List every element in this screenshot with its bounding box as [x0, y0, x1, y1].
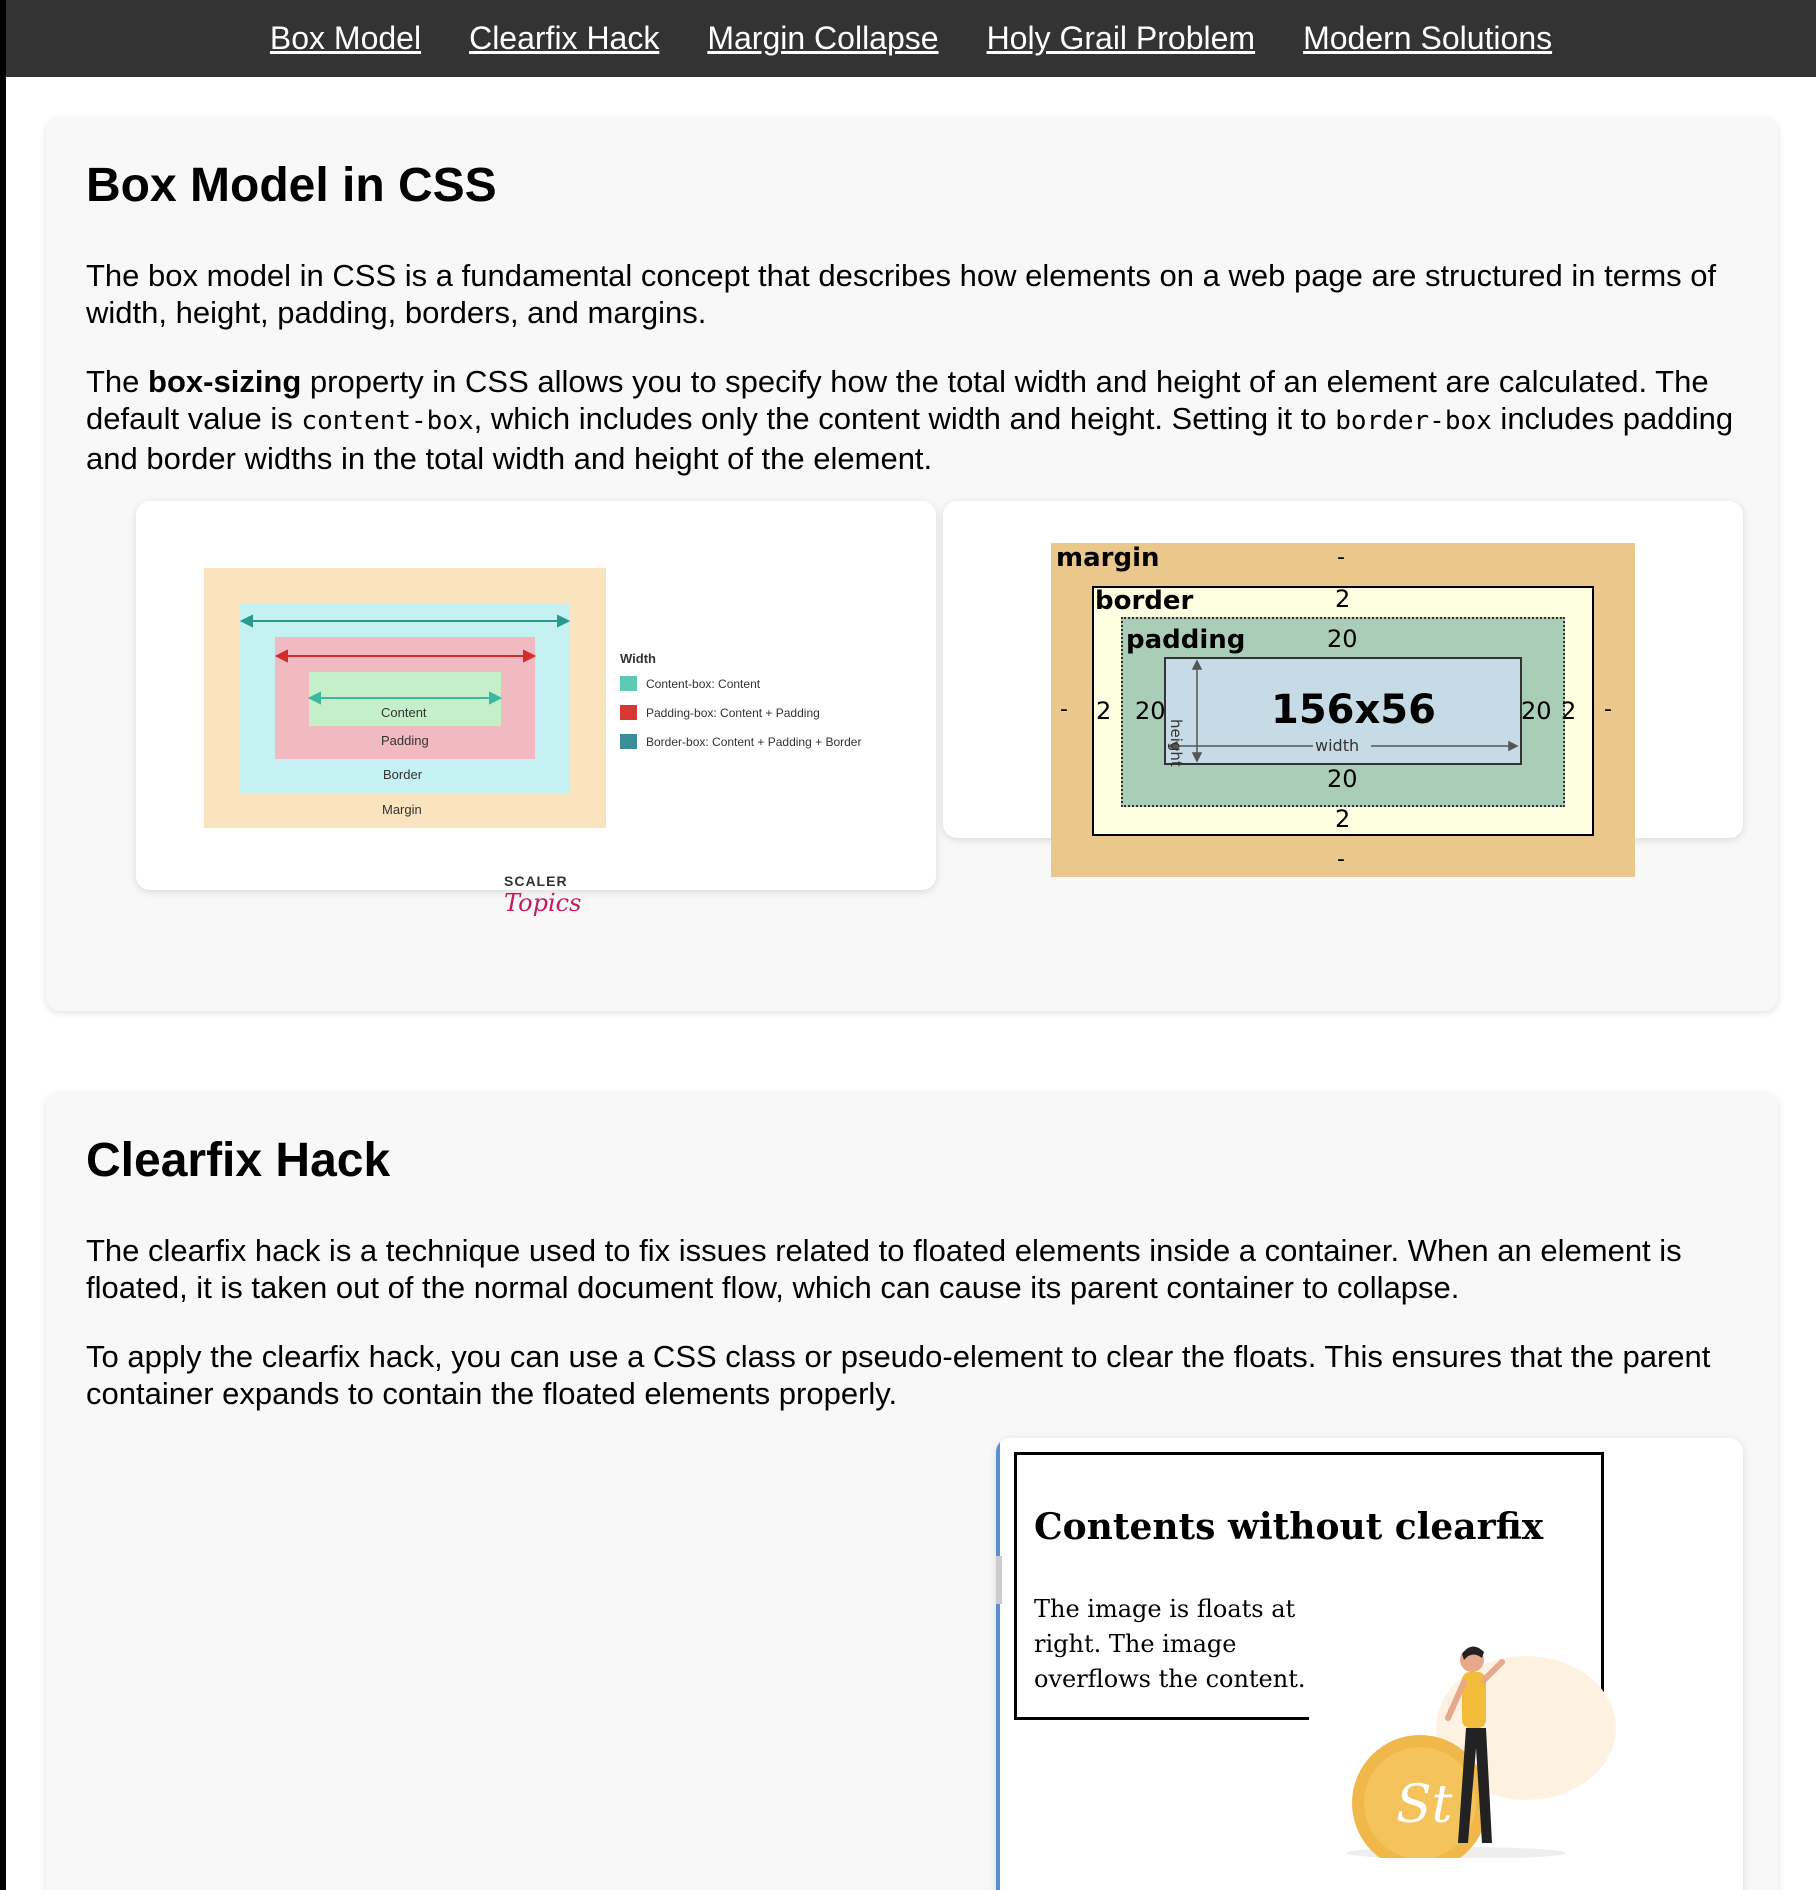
clearfix-title: Clearfix Hack — [86, 1134, 391, 1187]
nav-link-box-model[interactable]: Box Model — [270, 20, 421, 57]
legend-swatch-padding-box — [620, 705, 637, 720]
box-sizing-text-1: The — [86, 364, 149, 400]
box-sizing-text-3: , which includes only the content width … — [473, 401, 1336, 437]
clearfix-apply-paragraph: To apply the clearfix hack, you can use … — [86, 1339, 1711, 1412]
legend-swatch-content-box — [620, 676, 637, 691]
box-model-diagram-image: Content Padding Border Margin Width Cont… — [136, 501, 936, 917]
top-nav: Box Model Clearfix Hack Margin Collapse … — [6, 0, 1816, 77]
box-sizing-paragraph: The box-sizing property in CSS allows yo… — [86, 363, 1738, 477]
no-clearfix-heading: Contents without clearfix — [1034, 1506, 1544, 1548]
box-model-intro: The box model in CSS is a fundamental co… — [86, 258, 1717, 331]
border-box-code: border-box — [1335, 406, 1492, 437]
legend-border-box: Border-box: Content + Padding + Border — [646, 735, 862, 749]
devtools-box-model-image: margin border padding - 2 20 20 2 - - 2 … — [943, 501, 1743, 877]
nav-link-margin-collapse[interactable]: Margin Collapse — [707, 20, 938, 57]
width-label: width — [1315, 736, 1360, 755]
width-arrows — [239, 614, 571, 705]
dimension-arrows — [1167, 659, 1519, 763]
floated-illustration: St — [1346, 1646, 1616, 1858]
nav-link-modern-solutions[interactable]: Modern Solutions — [1303, 20, 1552, 57]
legend-title: Width — [620, 651, 656, 666]
container-bottom-border — [1014, 1717, 1309, 1720]
clearfix-intro: The clearfix hack is a technique used to… — [86, 1233, 1682, 1306]
margin-label: Margin — [382, 802, 422, 817]
clearfix-section: Clearfix Hack The clearfix hack is a tec… — [46, 1093, 1778, 1890]
legend-content-box: Content-box: Content — [646, 677, 761, 691]
box-model-title: Box Model in CSS — [86, 159, 497, 212]
border-label: Border — [383, 767, 423, 782]
no-clearfix-text: The image is floats at right. The image … — [1034, 1595, 1306, 1693]
padding-label: Padding — [381, 733, 429, 748]
nav-link-holy-grail-problem[interactable]: Holy Grail Problem — [987, 20, 1256, 57]
scaler-logo: SCALER — [504, 873, 568, 889]
content-label: Content — [381, 705, 427, 720]
coin-text: St — [1396, 1775, 1453, 1835]
margin-bottom-value: - — [1337, 847, 1345, 872]
height-label: height — [1167, 719, 1185, 767]
page: Box Model Clearfix Hack Margin Collapse … — [6, 0, 1816, 1890]
box-model-section: Box Model in CSS The box model in CSS is… — [46, 118, 1778, 1011]
clearfix-example-image: Contents without clearfix The image is f… — [996, 1438, 1743, 1890]
box-sizing-keyword: box-sizing — [148, 364, 302, 400]
legend-padding-box: Padding-box: Content + Padding — [646, 706, 820, 720]
topics-logo: Topics — [504, 889, 582, 917]
image-scroll-thumb — [996, 1556, 1002, 1604]
image-edge — [996, 1438, 1000, 1890]
legend-swatch-border-box — [620, 734, 637, 749]
content-box-code: content-box — [301, 406, 474, 437]
nav-link-clearfix-hack[interactable]: Clearfix Hack — [469, 20, 659, 57]
